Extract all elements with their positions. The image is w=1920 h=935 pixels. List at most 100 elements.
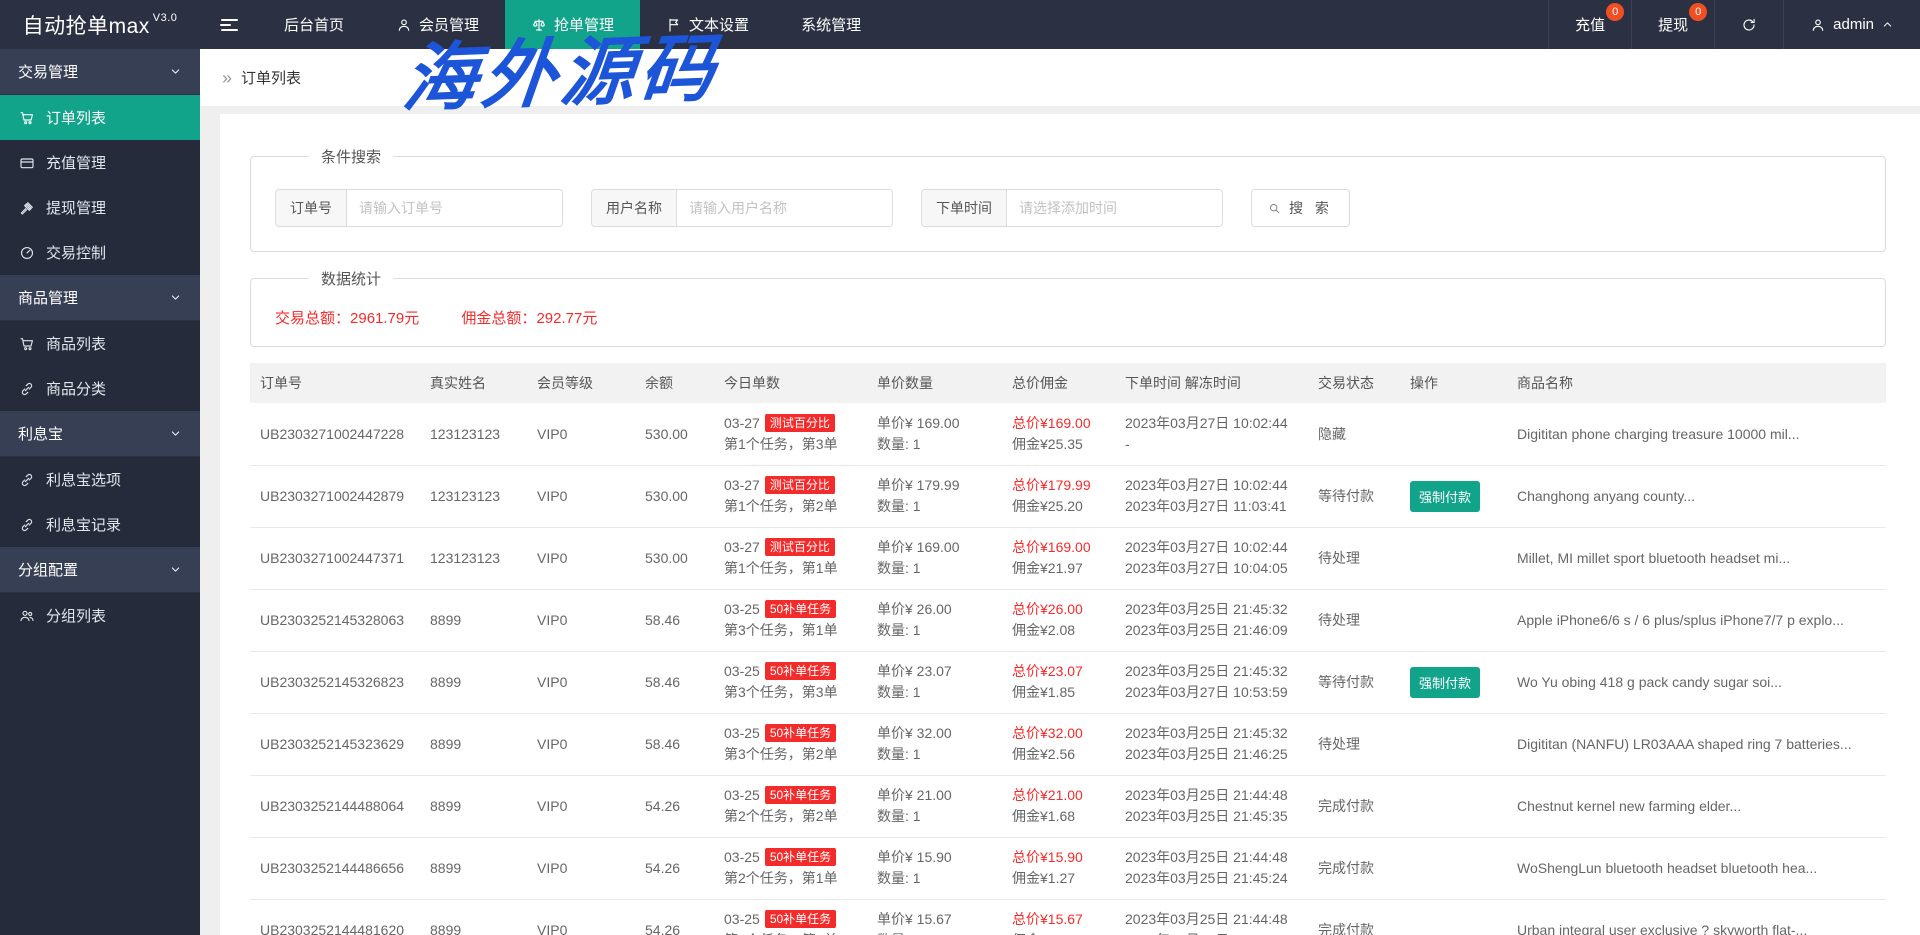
username-input[interactable] (677, 189, 893, 227)
nav-item-text-settings[interactable]: 文本设置 (640, 0, 775, 49)
task-progress: 第3个任务，第2单 (724, 746, 838, 762)
recharge-badge: 0 (1606, 3, 1625, 21)
cell-product-name: WoShengLun bluetooth headset bluetooth h… (1507, 837, 1886, 900)
sidebar-item-interest-options[interactable]: 利息宝选项 (0, 457, 200, 502)
sidebar-group-interest[interactable]: 利息宝 (0, 411, 200, 457)
nav-label: 会员管理 (419, 17, 480, 34)
order-time: 2023年03月27日 10:02:44 (1125, 414, 1288, 431)
sidebar-item-trade-control[interactable]: 交易控制 (0, 230, 200, 275)
app-logo: 自动抢单max V3.0 (0, 0, 200, 49)
table-row: UB2303271002447371 123123123 VIP0 530.00… (250, 527, 1886, 590)
cart-icon (20, 111, 33, 124)
group-label: 分组配置 (18, 562, 79, 579)
app: 自动抢单max V3.0 后台首页 会员管理 抢单管理 文本设置 系统管理 充值… (0, 0, 1920, 935)
sidebar-item-product-category[interactable]: 商品分类 (0, 366, 200, 411)
cell-actions (1400, 713, 1507, 776)
col-today-orders: 今日单数 (714, 363, 867, 403)
gavel-icon (20, 201, 33, 215)
chevron-up-icon (1883, 22, 1892, 27)
refresh-button[interactable] (1714, 0, 1783, 49)
withdraw-button[interactable]: 提现 0 (1631, 0, 1714, 49)
task-progress: 第3个任务，第3单 (724, 684, 838, 700)
cell-order-no: UB2303252145326823 (250, 651, 420, 714)
nav-item-members[interactable]: 会员管理 (370, 0, 505, 49)
col-unit-price-qty: 单价数量 (867, 363, 1002, 403)
commission: 佣金¥21.97 (1012, 560, 1083, 576)
status-text: 等待付款 (1308, 651, 1400, 714)
unfreeze-time: 2023年03月25日 21:46:09 (1125, 622, 1288, 638)
sidebar-toggle-icon[interactable] (200, 0, 258, 49)
unfreeze-time: 2023年03月27日 10:04:05 (1125, 560, 1288, 576)
cell-actions (1400, 899, 1507, 935)
nav-item-dashboard[interactable]: 后台首页 (258, 0, 370, 49)
task-date: 03-27 (724, 477, 760, 493)
cell-real-name: 8899 (420, 775, 527, 838)
unfreeze-time: 2023年03月27日 11:03:41 (1125, 498, 1287, 514)
table-row: UB2303252144488064 8899 VIP0 54.26 03-25… (250, 775, 1886, 838)
search-button[interactable]: 搜 索 (1251, 189, 1350, 227)
main-panel: 条件搜索 订单号 用户名称 下单时间 (220, 114, 1920, 935)
sidebar-item-withdraw[interactable]: 提现管理 (0, 185, 200, 230)
task-badge: 测试百分比 (764, 476, 835, 494)
cell-total-commission: 总价¥169.00 佣金¥25.35 (1002, 403, 1115, 466)
cell-vip-level: VIP0 (527, 403, 635, 466)
nav-label: 后台首页 (284, 17, 345, 34)
gauge-icon (20, 246, 34, 259)
commission: 佣金¥2.56 (1012, 746, 1076, 762)
recharge-button[interactable]: 充值 0 (1548, 0, 1631, 49)
task-date: 03-25 (724, 849, 760, 865)
item-label: 利息宝选项 (46, 472, 122, 489)
sidebar-item-product-list[interactable]: 商品列表 (0, 321, 200, 366)
order-no-input[interactable] (347, 189, 563, 227)
user-menu[interactable]: admin (1783, 0, 1920, 49)
logo-version: V3.0 (152, 11, 178, 24)
force-pay-button[interactable]: 强制付款 (1410, 666, 1481, 698)
nav-item-order-grab[interactable]: 抢单管理 (505, 0, 641, 49)
sidebar-item-order-list[interactable]: 订单列表 (0, 95, 200, 140)
cell-vip-level: VIP0 (527, 837, 635, 900)
nav-item-system[interactable]: 系统管理 (775, 0, 887, 49)
order-time: 2023年03月25日 21:44:48 (1125, 849, 1288, 865)
status-text: 等待付款 (1308, 465, 1400, 528)
order-time-input[interactable] (1007, 189, 1223, 227)
order-time-group: 下单时间 (921, 189, 1223, 227)
topbar-actions: 充值 0 提现 0 admin (1548, 0, 1920, 49)
order-time: 2023年03月27日 10:02:44 (1125, 539, 1288, 555)
cell-total-commission: 总价¥15.90 佣金¥1.27 (1002, 837, 1115, 900)
task-badge: 测试百分比 (764, 413, 835, 432)
cell-product-name: Digititan (NANFU) LR03AAA shaped ring 7 … (1507, 713, 1886, 776)
cell-today-orders: 03-27 测试百分比 第1个任务，第3单 (714, 403, 867, 466)
force-pay-button[interactable]: 强制付款 (1410, 480, 1481, 512)
cell-balance: 54.26 (635, 775, 714, 838)
cell-actions (1400, 837, 1507, 900)
quantity: 数量: 1 (877, 560, 921, 576)
sidebar-group-grouping[interactable]: 分组配置 (0, 547, 200, 593)
sidebar-group-product[interactable]: 商品管理 (0, 275, 200, 321)
cell-today-orders: 03-25 50补单任务 第2个任务，第2单 (714, 775, 867, 838)
chevron-down-icon (171, 431, 180, 436)
sidebar-item-interest-records[interactable]: 利息宝记录 (0, 502, 200, 547)
task-progress: 第3个任务，第1单 (724, 622, 838, 638)
cell-total-commission: 总价¥15.67 佣金¥1.25 (1002, 899, 1115, 935)
commission: 佣金¥25.35 (1012, 435, 1083, 452)
sidebar-group-trade[interactable]: 交易管理 (0, 49, 200, 95)
sidebar-item-group-list[interactable]: 分组列表 (0, 593, 200, 638)
cell-real-name: 8899 (420, 899, 527, 935)
username: admin (1833, 16, 1874, 33)
item-label: 提现管理 (46, 200, 107, 217)
logo-title: 自动抢单max (22, 14, 150, 38)
cell-balance: 54.26 (635, 837, 714, 900)
unfreeze-time: 2023年03月25日 21:45:24 (1125, 870, 1288, 886)
task-progress: 第2个任务，第2单 (724, 808, 838, 824)
unit-price: 单价¥ 26.00 (877, 601, 952, 617)
task-badge: 50补单任务 (764, 724, 837, 742)
cell-total-commission: 总价¥26.00 佣金¥2.08 (1002, 589, 1115, 652)
cell-real-name: 8899 (420, 837, 527, 900)
cell-balance: 530.00 (635, 527, 714, 590)
cell-order-no: UB2303252144486656 (250, 837, 420, 900)
chevron-down-icon (171, 295, 180, 300)
sidebar-item-recharge[interactable]: 充值管理 (0, 140, 200, 185)
cart-icon (20, 337, 33, 350)
link-icon (21, 518, 33, 531)
cell-unit-price-qty: 单价¥ 15.67 数量: 1 (867, 899, 1002, 935)
